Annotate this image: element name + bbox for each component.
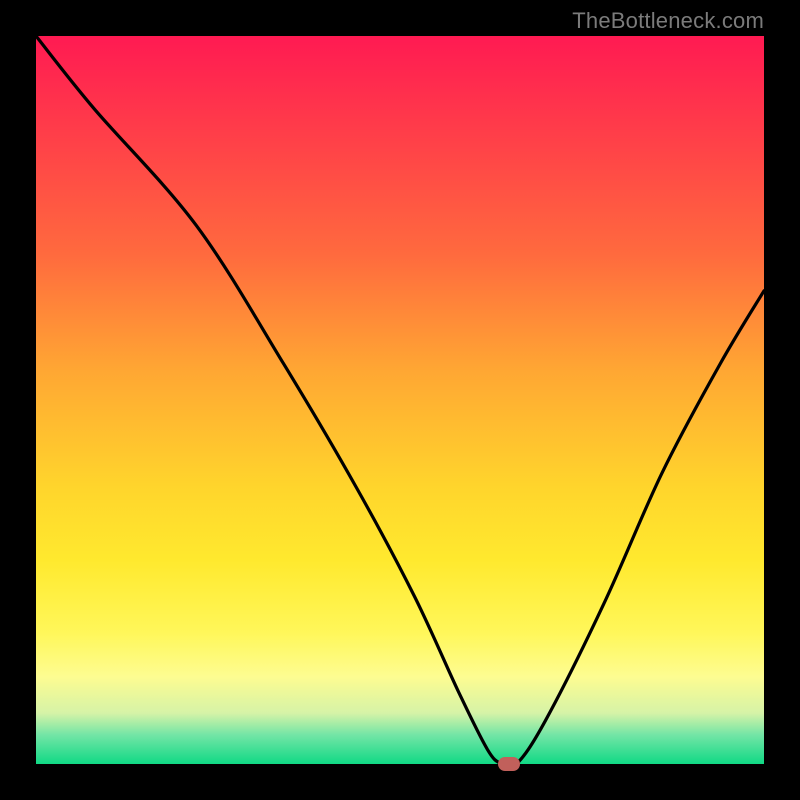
- chart-frame: TheBottleneck.com: [0, 0, 800, 800]
- plot-area: [36, 36, 764, 764]
- watermark-text: TheBottleneck.com: [572, 8, 764, 34]
- optimal-point-marker: [498, 757, 520, 771]
- bottleneck-curve: [36, 36, 764, 764]
